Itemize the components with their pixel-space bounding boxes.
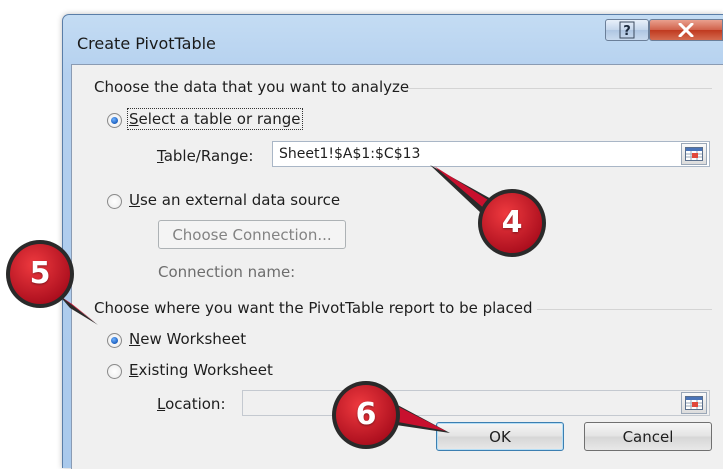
callout-4-number: 4 <box>501 205 523 240</box>
callout-6-number: 6 <box>355 397 377 432</box>
callout-5-number: 5 <box>29 256 51 291</box>
